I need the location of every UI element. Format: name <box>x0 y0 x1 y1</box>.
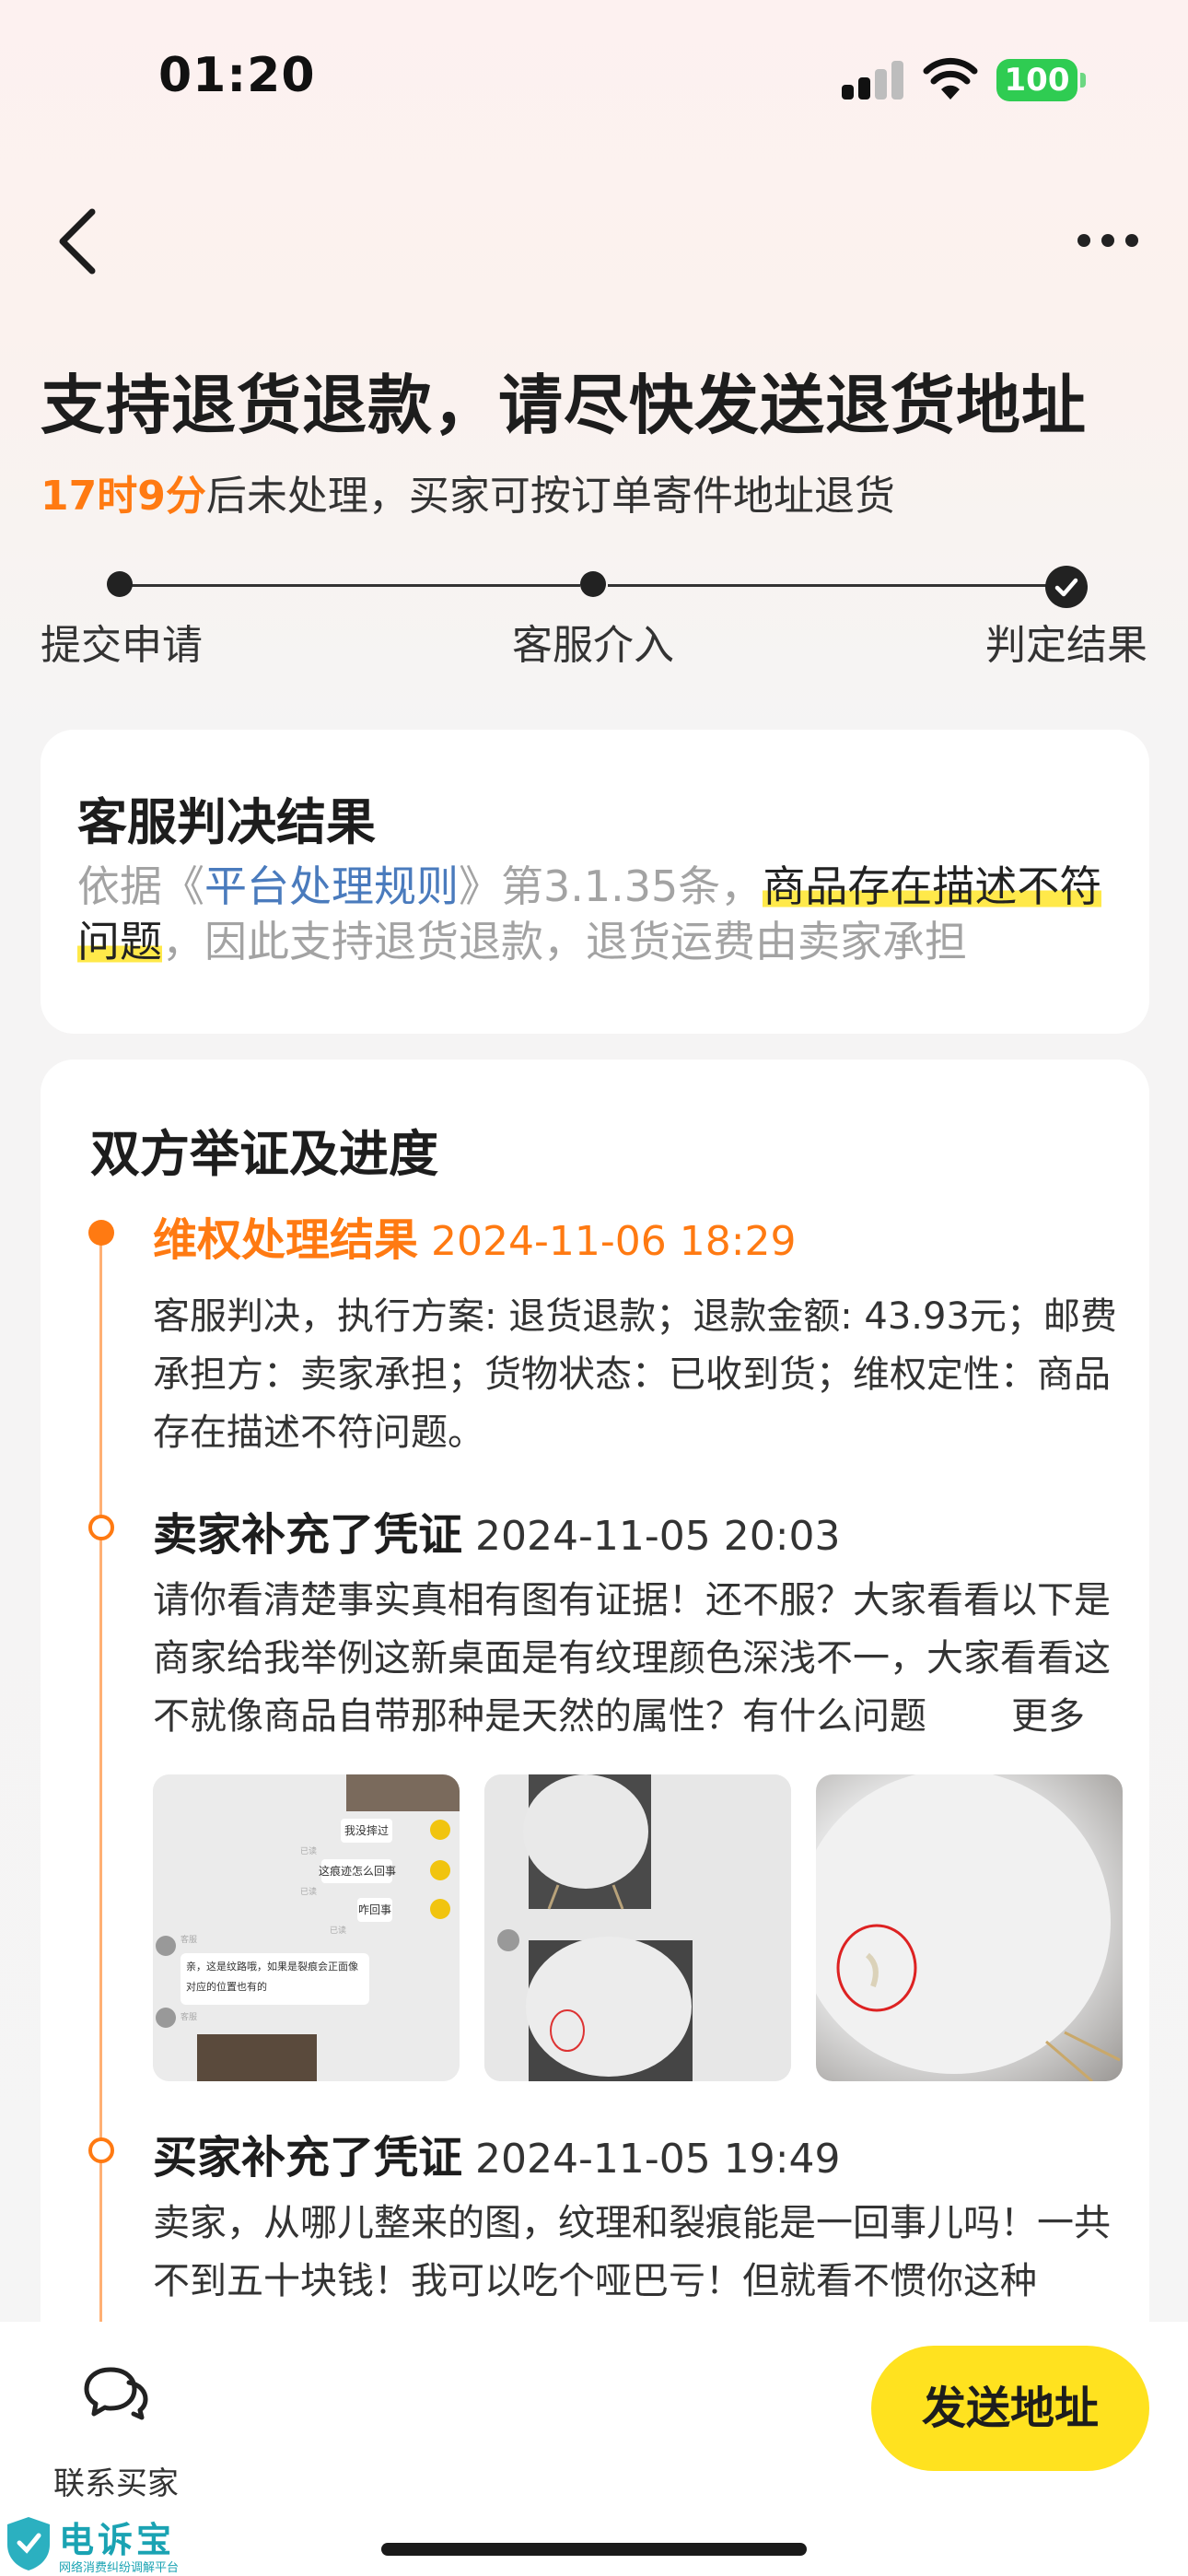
step-label-service: 客服介入 <box>512 622 674 669</box>
deadline-suffix: 后未处理，买家可按订单寄件地址退货 <box>205 473 895 520</box>
timeline-dot <box>88 1515 114 1540</box>
contact-buyer-label: 联系买家 <box>53 2465 179 2502</box>
event-time: 2024-11-05 19:49 <box>475 2136 841 2183</box>
evidence-image-closeup[interactable] <box>816 1774 1123 2081</box>
step-dot-service <box>580 571 606 597</box>
chat-meta: 已读 <box>300 1847 318 1856</box>
chat-message: 咋回事 <box>357 1903 391 1916</box>
watermark-subtitle: 网络消费纠纷调解平台 <box>59 2561 180 2575</box>
more-link[interactable]: 更多 <box>980 1688 1085 1746</box>
event-header: 买家补充了凭证 2024-11-05 19:49 <box>153 2121 841 2185</box>
timeline-dot-active <box>88 1220 114 1246</box>
verdict-card: 客服判决结果 依据《平台处理规则》第3.1.35条，商品存在描述不符问题，因此支… <box>41 730 1149 1034</box>
event-time: 2024-11-05 20:03 <box>475 1513 841 1560</box>
status-time: 01:20 <box>158 48 316 103</box>
deadline-countdown: 17时9分 <box>41 473 206 520</box>
watermark-name: 电诉宝 <box>59 2520 176 2560</box>
progress-line <box>608 584 1050 587</box>
verdict-card-title: 客服判决结果 <box>77 793 376 851</box>
verdict-prefix: 依据《 <box>77 861 204 911</box>
step-check-icon <box>1045 566 1088 608</box>
back-arrow-icon[interactable] <box>52 205 107 278</box>
send-address-button[interactable]: 发送地址 <box>871 2346 1149 2471</box>
event-time: 2024-11-06 18:29 <box>431 1218 797 1265</box>
evidence-image-table-photos[interactable] <box>484 1774 791 2081</box>
event-title: 维权处理结果 <box>153 1214 419 1266</box>
chat-meta: 已读 <box>330 1926 347 1936</box>
step-dot-submit <box>107 571 133 597</box>
verdict-text: 依据《平台处理规则》第3.1.35条，商品存在描述不符问题，因此支持退货退款，退… <box>77 859 1127 969</box>
more-options-icon[interactable] <box>1072 221 1146 258</box>
evidence-card-title: 双方举证及进度 <box>90 1125 438 1183</box>
battery-icon: 100 <box>996 59 1086 101</box>
contact-buyer-button[interactable]: 联系买家 <box>52 2355 181 2502</box>
cellular-signal-icon <box>842 61 904 100</box>
watermark-logo: 电诉宝 网络消费纠纷调解平台 <box>0 2512 212 2576</box>
chat-bubble-icon <box>84 2367 148 2420</box>
event-body: 卖家，从哪儿整来的图，纹理和裂痕能是一回事儿吗！一共不到五十块钱！我可以吃个哑巴… <box>153 2202 1111 2302</box>
chat-meta: 客服 <box>181 2013 198 2022</box>
event-title: 买家补充了凭证 <box>153 2132 463 2184</box>
event-title: 卖家补充了凭证 <box>153 1509 463 1561</box>
step-label-result: 判定结果 <box>985 622 1147 669</box>
chat-meta: 客服 <box>181 1936 198 1945</box>
verdict-suffix: ，因此支持退货退款，退货运费由卖家承担 <box>162 917 967 966</box>
deadline-notice: 17时9分后未处理，买家可按订单寄件地址退货 <box>41 463 895 521</box>
page-title: 支持退货退款，请尽快发送退货地址 <box>41 368 1087 443</box>
progress-line <box>120 584 580 587</box>
shield-icon <box>7 2517 50 2570</box>
chat-message: 我没摔过 <box>344 1824 389 1837</box>
home-indicator <box>381 2543 807 2556</box>
status-bar: 01:20 100 <box>0 0 1188 138</box>
battery-level: 100 <box>996 59 1077 101</box>
event-body: 客服判决，执行方案: 退货退款；退款金额: 43.93元；邮费承担方：卖家承担；… <box>153 1295 1117 1454</box>
evidence-card: 双方举证及进度 维权处理结果 2024-11-06 18:29 客服判决，执行方案… <box>41 1060 1149 2441</box>
chat-message: 这痕迹怎么回事 <box>319 1865 397 1878</box>
event-header: 维权处理结果 2024-11-06 18:29 <box>153 1203 797 1268</box>
wifi-icon <box>923 57 978 100</box>
chat-reply: 亲，这是纹路哦，如果是裂痕会正面像对应的位置也有的 <box>186 1961 358 1993</box>
chat-meta: 已读 <box>300 1888 318 1897</box>
evidence-image-chat[interactable]: 我没摔过 这痕迹怎么回事 咋回事 亲，这是纹路哦，如果是裂痕会正面像对应的位置也… <box>153 1774 460 2081</box>
timeline-dot <box>88 2137 114 2163</box>
step-label-submit: 提交申请 <box>41 622 203 669</box>
timeline-line <box>99 1244 102 2441</box>
event-header: 卖家补充了凭证 2024-11-05 20:03 <box>153 1498 841 1563</box>
rule-link[interactable]: 平台处理规则 <box>204 861 459 911</box>
rule-suffix: 》第3.1.35条， <box>459 861 763 911</box>
